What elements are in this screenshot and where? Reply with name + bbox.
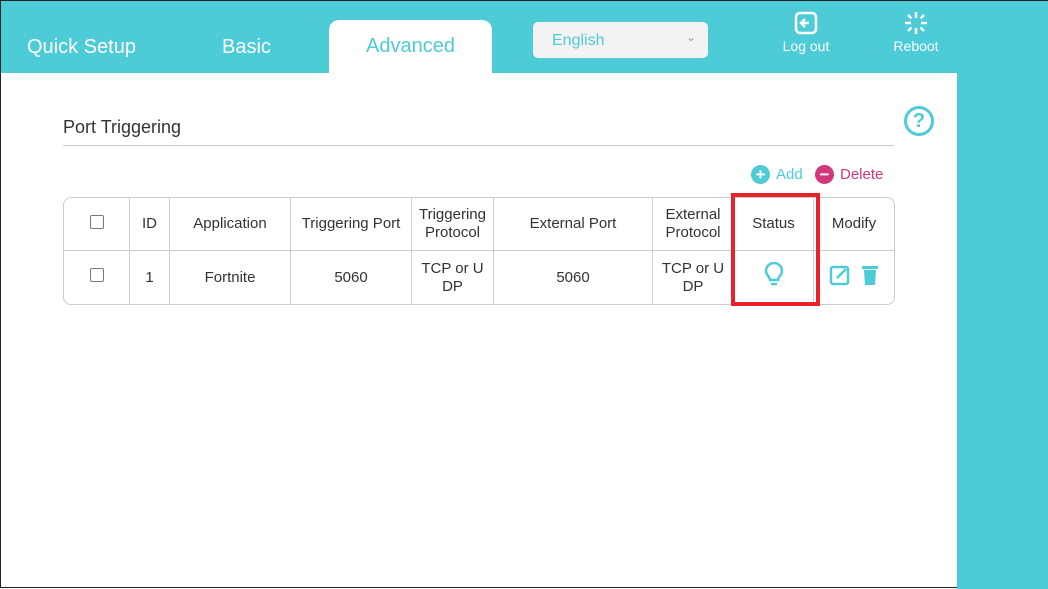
tab-advanced[interactable]: Advanced [329,20,492,74]
add-label: Add [776,166,803,183]
divider [63,145,894,146]
logout-icon [794,11,818,35]
tab-basic[interactable]: Basic [222,36,271,59]
cell-triggering-protocol: TCP or UDP [412,251,494,304]
cell-triggering-port: 5060 [291,251,412,304]
minus-icon: − [815,165,834,184]
side-panel [957,73,1048,589]
delete-label: Delete [840,166,884,183]
cell-id: 1 [130,251,170,304]
language-select[interactable]: English ⌄ [533,22,708,58]
add-button[interactable]: + Add [751,165,803,184]
row-checkbox[interactable] [89,268,104,282]
header-external-protocol: External Protocol [653,198,734,251]
cell-modify [814,251,894,304]
reboot-button[interactable]: Reboot [881,11,951,54]
header-application: Application [170,198,291,251]
header-triggering-protocol: Triggering Protocol [412,198,494,251]
language-value: English [552,32,605,49]
chevron-down-icon: ⌄ [685,30,696,44]
cell-external-protocol: TCP or UDP [653,251,734,304]
page-title: Port Triggering [63,117,182,137]
select-all-checkbox[interactable] [89,214,104,229]
row-select-cell [64,251,130,304]
edit-icon[interactable] [829,264,851,286]
header-external-port: External Port [494,198,653,251]
trash-icon[interactable] [861,264,879,286]
header-triggering-port: Triggering Port [291,198,412,251]
header-id: ID [130,198,170,251]
cell-external-port: 5060 [494,251,653,304]
reboot-icon [905,12,927,34]
delete-button[interactable]: − Delete [815,165,883,184]
cell-application: Fortnite [170,251,291,304]
header-modify: Modify [814,198,894,251]
logout-button[interactable]: Log out [771,11,841,54]
logout-label: Log out [782,38,830,54]
tab-quick-setup[interactable]: Quick Setup [27,36,136,59]
help-icon[interactable]: ? [904,106,934,136]
select-all-cell [64,198,130,251]
reboot-label: Reboot [893,38,939,54]
status-highlight-box [731,193,820,306]
plus-icon: + [751,165,770,184]
